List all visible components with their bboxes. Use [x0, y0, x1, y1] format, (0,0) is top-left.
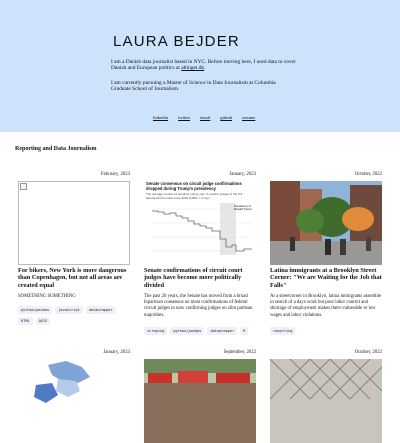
linkedin-link[interactable]: linkedin	[153, 115, 168, 120]
card-date: October, 2022	[354, 350, 382, 355]
tag-list: scraping python/pandas datawrapper R	[144, 327, 256, 335]
card-date: January, 2023	[229, 172, 256, 177]
card-image[interactable]	[270, 359, 382, 443]
card-image[interactable]	[144, 359, 256, 443]
profile-header: LAURA BEJDER I am a Danish data journali…	[0, 0, 400, 132]
tag: python/pandas	[18, 306, 53, 314]
tag-list: reporting	[270, 327, 382, 335]
resume-link[interactable]: resume	[242, 115, 255, 120]
github-link[interactable]: github	[220, 115, 232, 120]
card-description: SOMETHING SOMETHING	[18, 294, 76, 299]
tag: reporting	[270, 327, 296, 335]
project-card[interactable]: January, 2023	[18, 350, 130, 443]
europe-map-image	[18, 359, 130, 443]
project-card[interactable]: October, 2022 Latina immigrants at a Bro…	[270, 172, 382, 342]
card-image[interactable]	[18, 181, 130, 265]
social-links: linkedin twitter email github resume	[153, 115, 265, 120]
card-image[interactable]	[18, 359, 130, 443]
tag: scraping	[144, 327, 168, 335]
card-date: October, 2022	[354, 172, 382, 177]
tag: QGIS	[35, 317, 51, 325]
card-title[interactable]: For bikers, New York is more dangerous t…	[18, 267, 130, 289]
project-card[interactable]: September, 2022	[144, 350, 256, 443]
email-link[interactable]: email	[200, 115, 210, 120]
bio-paragraph-1: I am a Danish data journalist based in N…	[111, 59, 296, 72]
card-date: September, 2022	[223, 350, 256, 355]
tag: datawrapper	[85, 306, 116, 314]
thumb-chart-graphic	[152, 203, 252, 255]
bio-paragraph-2: I am currently pursuing a Master of Scie…	[111, 80, 276, 93]
project-card[interactable]: February, 2023 For bikers, New York is m…	[18, 172, 130, 332]
tag: datawrapper	[207, 327, 238, 335]
card-date: February, 2023	[101, 172, 130, 177]
tag-list: python/pandas javascript datawrapper HTM…	[18, 306, 130, 325]
tag: HTML	[18, 317, 33, 325]
twitter-link[interactable]: twitter	[178, 115, 190, 120]
fence-photo	[270, 359, 382, 443]
card-description: At a streetcorner in Brooklyn, latina im…	[270, 294, 382, 318]
card-date: January, 2023	[103, 350, 130, 355]
altinget-link[interactable]: altinget.dk	[181, 65, 204, 71]
broken-image-icon	[20, 183, 27, 190]
page-title: LAURA BEJDER	[113, 33, 240, 50]
tag: R	[240, 327, 249, 335]
street-corner-photo	[270, 181, 382, 265]
project-card[interactable]: October, 2022	[270, 350, 382, 443]
crowd-photo	[144, 359, 256, 443]
card-title[interactable]: Senate confirmations of circuit court ju…	[144, 267, 256, 289]
card-description: The past 20 years, the Senate has moved …	[144, 294, 253, 318]
tag: python/pandas	[170, 327, 205, 335]
broken-image-placeholder	[18, 181, 130, 265]
card-image[interactable]	[270, 181, 382, 265]
tag: javascript	[55, 306, 83, 314]
card-title[interactable]: Latina immigrants at a Brooklyn Street C…	[270, 267, 382, 289]
section-title: Reporting and Data Journalism	[15, 146, 97, 152]
bio-text-end: .	[204, 65, 206, 72]
thumb-chart-annotation: Presidency of Donald Trump	[234, 204, 252, 212]
card-image[interactable]: Senate consensus on circuit judge confir…	[144, 181, 256, 265]
project-card[interactable]: January, 2023 Senate consensus on circui…	[144, 172, 256, 342]
